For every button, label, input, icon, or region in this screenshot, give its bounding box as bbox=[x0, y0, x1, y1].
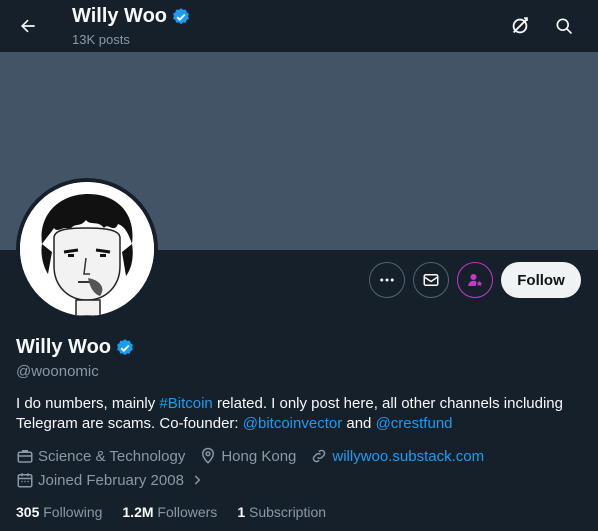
avatar[interactable] bbox=[16, 178, 158, 320]
following-count: 305 bbox=[16, 504, 40, 520]
subscribe-button[interactable] bbox=[457, 262, 493, 298]
verified-badge-icon[interactable] bbox=[115, 338, 135, 358]
profile-handle: @woonomic bbox=[16, 363, 99, 380]
link-icon bbox=[313, 449, 326, 463]
profile-stats: 305 Following 1.2M Followers 1 Subscript… bbox=[16, 504, 346, 520]
followers-link[interactable]: 1.2M Followers bbox=[122, 504, 217, 520]
mention-link[interactable]: @crestfund bbox=[376, 415, 453, 432]
profile-bio: I do numbers, mainly #Bitcoin related. I… bbox=[16, 394, 586, 434]
more-icon bbox=[380, 278, 394, 282]
subscribe-icon bbox=[468, 274, 483, 287]
following-label: Following bbox=[39, 504, 103, 520]
header-post-count: 13K posts bbox=[72, 32, 130, 47]
mention-link[interactable]: @bitcoinvector bbox=[243, 415, 342, 432]
header-name: Willy Woo bbox=[72, 5, 167, 27]
followers-count: 1.2M bbox=[122, 504, 154, 520]
grok-button[interactable] bbox=[502, 8, 538, 44]
briefcase-icon bbox=[17, 450, 33, 463]
avatar-image bbox=[20, 182, 154, 316]
verified-badge-icon bbox=[171, 7, 191, 27]
top-bar: Willy Woo 13K posts bbox=[0, 0, 598, 52]
subscriptions-label: Subscription bbox=[245, 504, 327, 520]
location-label: Hong Kong bbox=[221, 447, 297, 465]
profile-joined[interactable]: Joined February 2008 bbox=[16, 471, 222, 489]
profile-name-row: Willy Woo bbox=[16, 336, 135, 359]
website-item[interactable]: willywoo.substack.com bbox=[310, 447, 484, 465]
profile-meta: Science & Technology Hong Kong willywoo.… bbox=[16, 447, 498, 465]
header-title: Willy Woo bbox=[72, 5, 191, 28]
subscriptions-count: 1 bbox=[237, 504, 246, 520]
grok-icon bbox=[512, 17, 528, 34]
more-button[interactable] bbox=[369, 262, 405, 298]
following-link[interactable]: 305 Following bbox=[16, 504, 102, 520]
follow-button[interactable]: Follow bbox=[501, 262, 581, 298]
bio-text: and bbox=[342, 415, 376, 432]
search-button[interactable] bbox=[546, 8, 582, 44]
location-pin-icon bbox=[202, 447, 215, 464]
location-item: Hong Kong bbox=[199, 447, 296, 465]
website-link[interactable]: willywoo.substack.com bbox=[332, 448, 484, 465]
joined-item[interactable]: Joined February 2008 bbox=[16, 471, 208, 489]
followers-label: Followers bbox=[153, 504, 218, 520]
hashtag-link[interactable]: #Bitcoin bbox=[159, 395, 212, 412]
message-button[interactable] bbox=[413, 262, 449, 298]
subscriptions-link[interactable]: 1 Subscription bbox=[237, 504, 326, 520]
category-label: Science & Technology bbox=[38, 447, 186, 465]
envelope-icon bbox=[423, 274, 439, 286]
joined-label: Joined February 2008 bbox=[38, 471, 184, 489]
category-item: Science & Technology bbox=[16, 447, 185, 465]
back-button[interactable] bbox=[10, 8, 46, 44]
arrow-left-icon bbox=[21, 19, 35, 33]
calendar-icon bbox=[17, 473, 33, 488]
bio-text: I do numbers, mainly bbox=[16, 395, 160, 412]
chevron-right-icon bbox=[194, 475, 201, 485]
display-name: Willy Woo bbox=[16, 336, 111, 358]
search-icon bbox=[556, 18, 573, 35]
